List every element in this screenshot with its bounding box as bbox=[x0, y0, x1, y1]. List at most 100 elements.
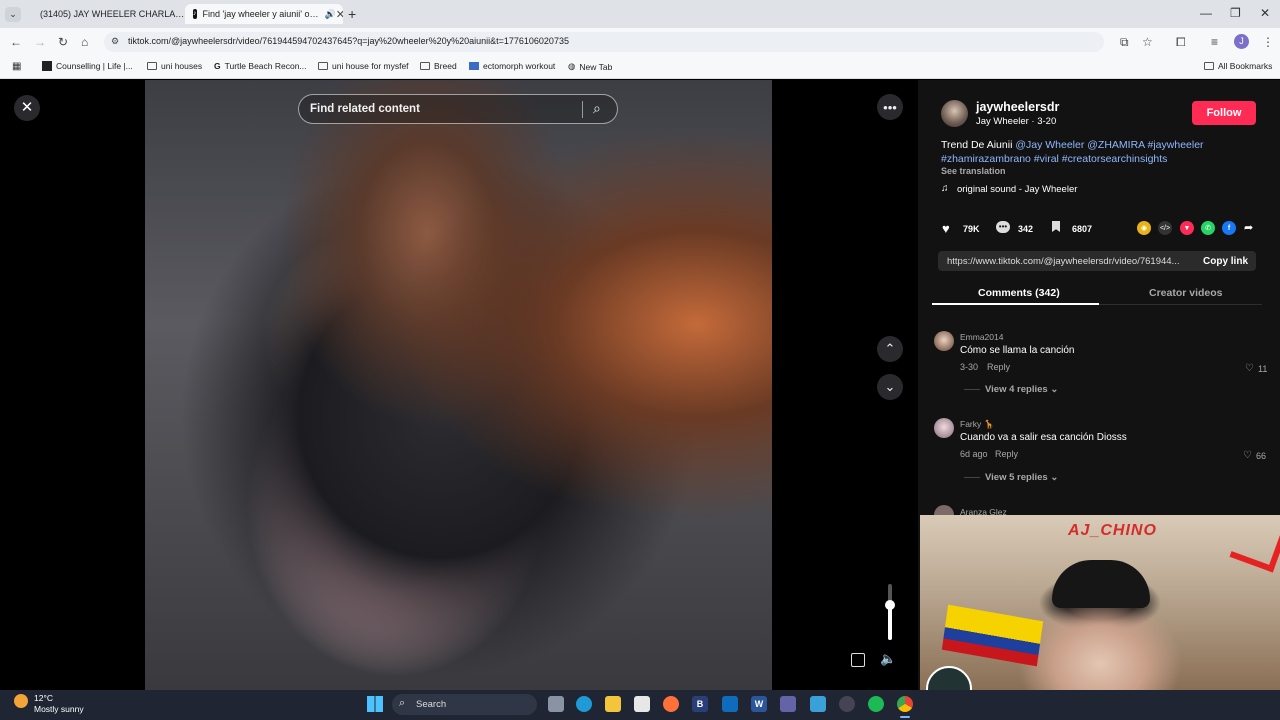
comment-username[interactable]: Emma2014 bbox=[960, 332, 1003, 342]
floating-player-icon[interactable] bbox=[851, 653, 865, 667]
taskbar-search[interactable] bbox=[392, 694, 537, 715]
search-icon[interactable]: ⌕ bbox=[593, 100, 601, 117]
creator-avatar[interactable] bbox=[941, 100, 968, 127]
maximize-button[interactable]: ❐ bbox=[1230, 6, 1241, 20]
whatsapp-icon[interactable]: ✆ bbox=[1201, 221, 1215, 235]
tab-youtube[interactable]: (31405) JAY WHEELER CHARLA… ✕ bbox=[26, 4, 184, 24]
sound-name[interactable]: original sound - Jay Wheeler bbox=[957, 184, 1077, 195]
bookmark-new-tab[interactable]: ◍ New Tab bbox=[568, 61, 612, 72]
outlook-icon[interactable] bbox=[722, 696, 738, 712]
spotify-icon[interactable] bbox=[868, 696, 884, 712]
follow-button[interactable]: Follow bbox=[1192, 101, 1256, 125]
firefox-icon[interactable] bbox=[663, 696, 679, 712]
new-tab-button[interactable]: + bbox=[348, 6, 356, 22]
steam-icon[interactable] bbox=[839, 696, 855, 712]
reading-list-icon[interactable]: ≡ bbox=[1211, 35, 1218, 49]
comment-like-count: 11 bbox=[1258, 364, 1268, 374]
bookmark-star-icon[interactable]: ☆ bbox=[1142, 35, 1153, 49]
close-icon[interactable]: ✕ bbox=[336, 8, 343, 21]
bookmark-uni-houses[interactable]: uni houses bbox=[147, 61, 202, 71]
all-bookmarks[interactable]: All Bookmarks bbox=[1204, 61, 1272, 71]
heart-icon[interactable]: ♥ bbox=[942, 221, 950, 236]
save-count: 6807 bbox=[1072, 224, 1093, 234]
comment-icon[interactable]: ••• bbox=[996, 221, 1010, 233]
comment-like-icon[interactable]: ♡ bbox=[1243, 450, 1252, 461]
creator-subline: Jay Wheeler · 3-20 bbox=[976, 116, 1057, 127]
tab-creator-videos[interactable]: Creator videos bbox=[1149, 287, 1223, 299]
extensions-icon[interactable]: ⧠ bbox=[1176, 35, 1186, 50]
video-player[interactable] bbox=[145, 80, 772, 690]
reply-button[interactable]: Reply bbox=[995, 449, 1018, 459]
tab-search-button[interactable]: ⌄ bbox=[5, 7, 21, 22]
facebook-icon[interactable]: f bbox=[1222, 221, 1236, 235]
see-translation-link[interactable]: See translation bbox=[941, 166, 1006, 176]
teams-icon[interactable] bbox=[780, 696, 796, 712]
copy-link-button[interactable]: Copy link bbox=[1203, 256, 1248, 267]
install-app-icon[interactable]: ⧉ bbox=[1120, 35, 1129, 50]
bookmark-uni-house[interactable]: uni house for mysfef bbox=[318, 61, 409, 71]
caption-tags-line1[interactable]: @Jay Wheeler @ZHAMIRA #jaywheeler bbox=[1015, 139, 1203, 151]
comment-like-icon[interactable]: ♡ bbox=[1245, 363, 1254, 374]
window-close-button[interactable]: ✕ bbox=[1260, 6, 1270, 20]
profile-avatar[interactable]: J bbox=[1234, 34, 1249, 49]
next-video-icon[interactable]: ⌄ bbox=[877, 374, 903, 400]
bookmark-breed[interactable]: Breed bbox=[420, 61, 457, 71]
avatar[interactable] bbox=[934, 331, 954, 351]
menu-icon[interactable]: ⋮ bbox=[1262, 35, 1274, 49]
store-icon[interactable] bbox=[634, 696, 650, 712]
send-icon[interactable]: ▼ bbox=[1180, 221, 1194, 235]
comment-like-count: 66 bbox=[1256, 451, 1267, 461]
reload-icon[interactable]: ↻ bbox=[58, 35, 68, 49]
volume-handle[interactable] bbox=[885, 600, 895, 610]
minimize-button[interactable]: — bbox=[1200, 6, 1212, 20]
weather-desc[interactable]: Mostly sunny bbox=[34, 704, 84, 714]
view-replies-button[interactable]: View 4 replies ⌄ bbox=[985, 384, 1058, 395]
file-explorer-icon[interactable] bbox=[605, 696, 621, 712]
avatar[interactable] bbox=[934, 418, 954, 438]
embed-icon[interactable]: </> bbox=[1158, 221, 1172, 235]
word-icon[interactable]: W bbox=[751, 696, 767, 712]
tab-tiktok[interactable]: ♪ Find 'jay wheeler y aiunii' o… 🔊 ✕ bbox=[185, 4, 343, 24]
caption-tags-line2[interactable]: #zhamirazambrano #viral #creatorsearchin… bbox=[941, 153, 1167, 165]
share-arrow-icon[interactable]: ➦ bbox=[1244, 221, 1253, 234]
windows-start-icon[interactable] bbox=[367, 696, 383, 712]
bookmark-counselling[interactable]: Counselling | Life |... bbox=[42, 61, 133, 71]
photos-icon[interactable] bbox=[810, 696, 826, 712]
share-link-text[interactable]: https://www.tiktok.com/@jaywheelersdr/vi… bbox=[947, 256, 1179, 267]
taskbar-search-label[interactable]: Search bbox=[416, 699, 446, 710]
forward-icon[interactable]: → bbox=[34, 35, 46, 49]
bookmark-turtle-beach[interactable]: G Turtle Beach Recon... bbox=[214, 61, 307, 71]
close-video-button[interactable]: ✕ bbox=[14, 95, 40, 121]
app-b-icon[interactable]: B bbox=[692, 696, 708, 712]
related-search-input[interactable]: Find related content ⌕ bbox=[298, 94, 618, 124]
task-view-icon[interactable] bbox=[548, 696, 564, 712]
tab-comments[interactable]: Comments (342) bbox=[978, 287, 1060, 299]
comment-text: Cuando va a salir esa canción Diosss bbox=[960, 432, 1127, 443]
edge-icon[interactable] bbox=[576, 696, 592, 712]
url-text[interactable]: tiktok.com/@jaywheelersdr/video/76194459… bbox=[128, 36, 569, 46]
reply-button[interactable]: Reply bbox=[987, 362, 1010, 372]
weather-temp[interactable]: 12°C bbox=[34, 693, 53, 703]
bookmark-ectomorph[interactable]: ectomorph workout bbox=[469, 61, 555, 71]
apps-icon[interactable]: ▦ bbox=[12, 61, 21, 72]
chevron-down-icon: ⌄ bbox=[1050, 472, 1059, 483]
previous-video-icon[interactable]: ⌃ bbox=[877, 336, 903, 362]
active-tab-indicator bbox=[932, 303, 1099, 305]
volume-slider[interactable] bbox=[885, 584, 895, 640]
weather-icon[interactable] bbox=[14, 694, 28, 708]
view-replies-button[interactable]: View 5 replies ⌄ bbox=[985, 472, 1058, 483]
more-options-icon[interactable]: ••• bbox=[877, 94, 903, 120]
google-icon: G bbox=[214, 61, 221, 71]
back-icon[interactable]: ← bbox=[10, 35, 22, 49]
comment-username[interactable]: Farky 🦒 bbox=[960, 419, 994, 430]
creator-username[interactable]: jaywheelersdr bbox=[976, 100, 1059, 114]
site-icon bbox=[469, 62, 479, 70]
volume-icon[interactable]: 🔈 bbox=[880, 651, 896, 667]
speaker-icon[interactable]: 🔊 bbox=[325, 9, 336, 20]
comment-date: 3-30 bbox=[960, 362, 979, 372]
site-info-icon[interactable]: ⚙ bbox=[111, 36, 119, 47]
replies-divider bbox=[964, 477, 980, 478]
home-icon[interactable]: ⌂ bbox=[81, 35, 88, 49]
coin-icon[interactable]: ◉ bbox=[1137, 221, 1151, 235]
chrome-icon[interactable] bbox=[897, 696, 913, 712]
